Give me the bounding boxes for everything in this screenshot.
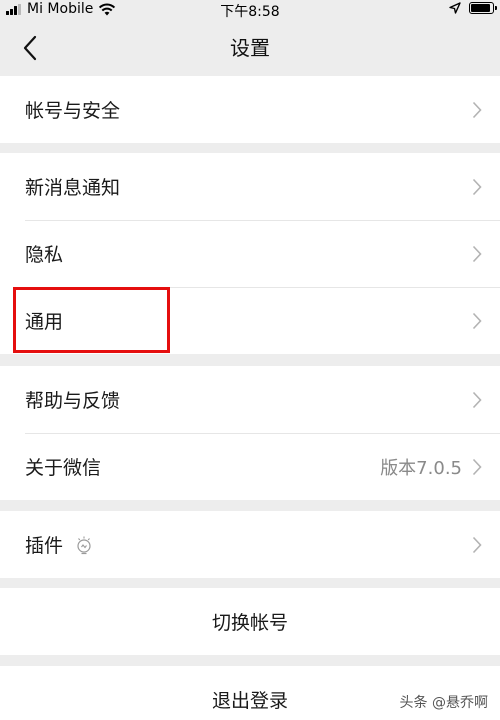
chevron-right-icon <box>472 391 482 408</box>
settings-item-about[interactable]: 关于微信 版本7.0.5 <box>0 433 500 500</box>
lightbulb-icon <box>77 536 91 554</box>
settings-item-plugins[interactable]: 插件 <box>0 511 500 578</box>
settings-item-notifications[interactable]: 新消息通知 <box>0 153 500 220</box>
chevron-right-icon <box>472 101 482 118</box>
settings-item-privacy[interactable]: 隐私 <box>0 220 500 287</box>
settings-item-account-security[interactable]: 帐号与安全 <box>0 76 500 143</box>
settings-group-plugins: 插件 <box>0 511 500 578</box>
settings-screen: Mi Mobile 下午8:58 设置 帐号与安全 新消息通知 隐私 通用 帮助… <box>0 0 500 720</box>
settings-item-label: 帐号与安全 <box>25 100 121 122</box>
chevron-right-icon <box>472 536 482 553</box>
highlight-box <box>13 287 170 353</box>
chevron-right-icon <box>472 458 482 475</box>
version-value: 版本7.0.5 <box>380 457 462 479</box>
settings-item-label: 插件 <box>25 535 64 557</box>
watermark: 头条 @悬乔啊 <box>399 695 488 711</box>
settings-group-account: 帐号与安全 <box>0 76 500 143</box>
battery-level <box>471 4 490 12</box>
settings-item-label: 新消息通知 <box>25 177 121 199</box>
settings-item-label: 隐私 <box>25 244 64 266</box>
settings-group-help: 帮助与反馈 关于微信 版本7.0.5 <box>0 366 500 500</box>
status-time: 下午8:58 <box>220 4 280 20</box>
page-title: 设置 <box>230 36 270 60</box>
status-right <box>449 2 497 14</box>
nav-bar: 设置 <box>0 20 500 76</box>
location-arrow-icon <box>449 2 461 14</box>
settings-item-label: 帮助与反馈 <box>25 390 121 412</box>
switch-account-group: 切换帐号 <box>0 588 500 655</box>
battery-icon <box>469 2 497 14</box>
chevron-right-icon <box>472 312 482 329</box>
settings-item-label: 关于微信 <box>25 457 102 479</box>
chevron-right-icon <box>472 178 482 195</box>
switch-account-button[interactable]: 切换帐号 <box>0 588 500 655</box>
settings-item-help-feedback[interactable]: 帮助与反馈 <box>0 366 500 433</box>
status-bar: Mi Mobile 下午8:58 <box>0 0 500 20</box>
chevron-right-icon <box>472 245 482 262</box>
